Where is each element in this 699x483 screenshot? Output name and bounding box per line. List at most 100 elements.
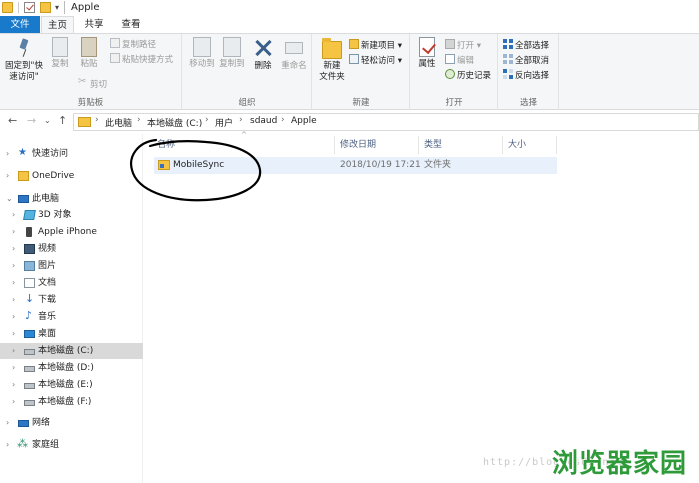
expand-chevron-icon[interactable]: › — [6, 415, 9, 431]
move-to-label: 移动到 — [189, 59, 215, 69]
breadcrumb-this-pc[interactable]: 此电脑 — [105, 116, 132, 129]
nav-network[interactable]: › 网络 — [0, 415, 143, 431]
recent-locations-chevron-icon[interactable]: ⌄ — [44, 116, 51, 125]
navigation-pane: › ★ 快速访问 › OneDrive ⌄ 此电脑 › 3D 对象 › Appl… — [0, 134, 143, 483]
nav-3d-objects[interactable]: › 3D 对象 — [0, 207, 143, 223]
expand-chevron-icon[interactable]: › — [12, 258, 15, 274]
nav-desktop[interactable]: › 桌面 — [0, 326, 143, 342]
window-title: Apple — [71, 2, 100, 13]
breadcrumb-separator-icon[interactable]: › — [239, 115, 243, 125]
expand-chevron-icon[interactable]: › — [12, 241, 15, 257]
new-folder-quick-icon[interactable] — [40, 2, 51, 13]
breadcrumb-separator-icon[interactable]: › — [95, 115, 99, 125]
expand-chevron-icon[interactable]: › — [12, 207, 15, 223]
rename-button[interactable]: 重命名 — [279, 37, 309, 72]
nav-label: 下载 — [38, 295, 57, 305]
easy-access-button[interactable]: 轻松访问 ▾ — [349, 54, 402, 67]
folder-icon[interactable] — [2, 2, 13, 13]
expand-chevron-icon[interactable]: › — [12, 309, 15, 325]
nav-drive-d[interactable]: › 本地磁盘 (D:) — [0, 360, 143, 376]
collapse-chevron-icon[interactable]: ⌄ — [6, 191, 13, 207]
tab-file[interactable]: 文件 — [0, 16, 40, 33]
nav-label: OneDrive — [32, 171, 75, 181]
pin-quick-access-button[interactable]: 固定到"快 速访问" — [2, 37, 46, 83]
back-arrow-icon[interactable]: ← — [8, 114, 17, 127]
expand-chevron-icon[interactable]: › — [12, 360, 15, 376]
breadcrumb-users[interactable]: 用户 — [215, 116, 233, 129]
pictures-icon — [24, 261, 35, 271]
nav-downloads[interactable]: › ↓ 下载 — [0, 292, 143, 308]
nav-apple-iphone[interactable]: › Apple iPhone — [0, 224, 143, 240]
edit-button[interactable]: 编辑 — [445, 54, 474, 67]
new-item-button[interactable]: 新建项目 ▾ — [349, 39, 402, 52]
column-divider[interactable] — [502, 136, 503, 154]
expand-chevron-icon[interactable]: › — [6, 146, 9, 162]
column-header-modified[interactable]: 修改日期 — [340, 136, 376, 154]
expand-chevron-icon[interactable]: › — [12, 275, 15, 291]
nav-drive-f[interactable]: › 本地磁盘 (F:) — [0, 394, 143, 410]
nav-drive-c[interactable]: › 本地磁盘 (C:) — [0, 343, 143, 359]
new-folder-button[interactable]: 新建 文件夹 — [315, 37, 349, 83]
move-to-button[interactable]: 移动到 — [186, 37, 218, 70]
tab-view[interactable]: 查看 — [112, 16, 150, 33]
expand-chevron-icon[interactable]: › — [6, 168, 9, 184]
breadcrumb-apple[interactable]: Apple — [291, 116, 317, 126]
column-header-type[interactable]: 类型 — [424, 136, 442, 154]
separator — [64, 1, 65, 14]
copy-path-button[interactable]: 复制路径 — [110, 38, 156, 51]
history-icon — [445, 69, 455, 79]
tab-share[interactable]: 共享 — [78, 16, 110, 33]
expand-chevron-icon[interactable]: › — [12, 292, 15, 308]
delete-button[interactable]: 删除 — [250, 37, 276, 72]
select-none-button[interactable]: 全部取消 — [503, 54, 549, 67]
breadcrumb-sdaud[interactable]: sdaud — [250, 116, 277, 126]
nav-music[interactable]: › ♪ 音乐 — [0, 309, 143, 325]
nav-this-pc[interactable]: ⌄ 此电脑 — [0, 191, 143, 207]
paste-shortcut-button[interactable]: 粘贴快捷方式 — [110, 53, 173, 66]
column-header-size[interactable]: 大小 — [508, 136, 526, 154]
copy-button[interactable]: 复制 — [47, 37, 73, 70]
edit-label: 编辑 — [457, 56, 475, 66]
forward-arrow-icon[interactable]: → — [27, 114, 36, 127]
column-divider[interactable] — [334, 136, 335, 154]
select-none-label: 全部取消 — [515, 56, 550, 66]
nav-homegroup[interactable]: › ⁂ 家庭组 — [0, 437, 143, 453]
column-divider[interactable] — [556, 136, 557, 154]
expand-chevron-icon[interactable]: › — [12, 394, 15, 410]
open-button[interactable]: 打开 ▾ — [445, 39, 481, 52]
copy-path-label: 复制路径 — [122, 40, 157, 50]
nav-videos[interactable]: › 视频 — [0, 241, 143, 257]
paste-button[interactable]: 粘贴 — [76, 37, 102, 70]
up-arrow-icon[interactable]: ↑ — [58, 114, 67, 127]
expand-chevron-icon[interactable]: › — [12, 377, 15, 393]
properties-button[interactable]: 属性 — [414, 37, 440, 70]
clipboard-group-label: 剪贴板 — [77, 98, 104, 108]
expand-chevron-icon[interactable]: › — [12, 326, 15, 342]
history-button[interactable]: 历史记录 — [445, 69, 491, 82]
breadcrumb-drive-c[interactable]: 本地磁盘 (C:) — [147, 116, 202, 129]
expand-chevron-icon[interactable]: › — [12, 224, 15, 240]
nav-quick-access[interactable]: › ★ 快速访问 — [0, 146, 143, 162]
invert-selection-button[interactable]: 反向选择 — [503, 69, 549, 82]
nav-drive-e[interactable]: › 本地磁盘 (E:) — [0, 377, 143, 393]
onedrive-folder-icon — [18, 171, 29, 181]
properties-quick-icon[interactable] — [24, 2, 35, 13]
nav-documents[interactable]: › 文档 — [0, 275, 143, 291]
easy-access-label: 轻松访问 ▾ — [361, 56, 402, 66]
breadcrumb-separator-icon[interactable]: › — [137, 115, 141, 125]
copy-to-button[interactable]: 复制到 — [216, 37, 248, 70]
tab-home[interactable]: 主页 — [41, 16, 74, 33]
column-divider[interactable] — [418, 136, 419, 154]
address-bar[interactable]: › 此电脑 › 本地磁盘 (C:) › 用户 › sdaud › Apple — [73, 113, 699, 131]
select-all-button[interactable]: 全部选择 — [503, 39, 549, 52]
nav-pictures[interactable]: › 图片 — [0, 258, 143, 274]
breadcrumb-separator-icon[interactable]: › — [205, 115, 209, 125]
expand-chevron-icon[interactable]: › — [12, 343, 15, 359]
expand-chevron-icon[interactable]: › — [6, 437, 9, 453]
customize-toolbar-icon[interactable]: ▾ — [55, 3, 59, 12]
nav-onedrive[interactable]: › OneDrive — [0, 168, 143, 184]
new-group: 新建 文件夹 新建项目 ▾ 轻松访问 ▾ 新建 — [313, 34, 410, 110]
easy-access-icon — [349, 54, 359, 64]
cut-button[interactable]: 剪切 — [78, 75, 107, 91]
breadcrumb-separator-icon[interactable]: › — [281, 115, 285, 125]
